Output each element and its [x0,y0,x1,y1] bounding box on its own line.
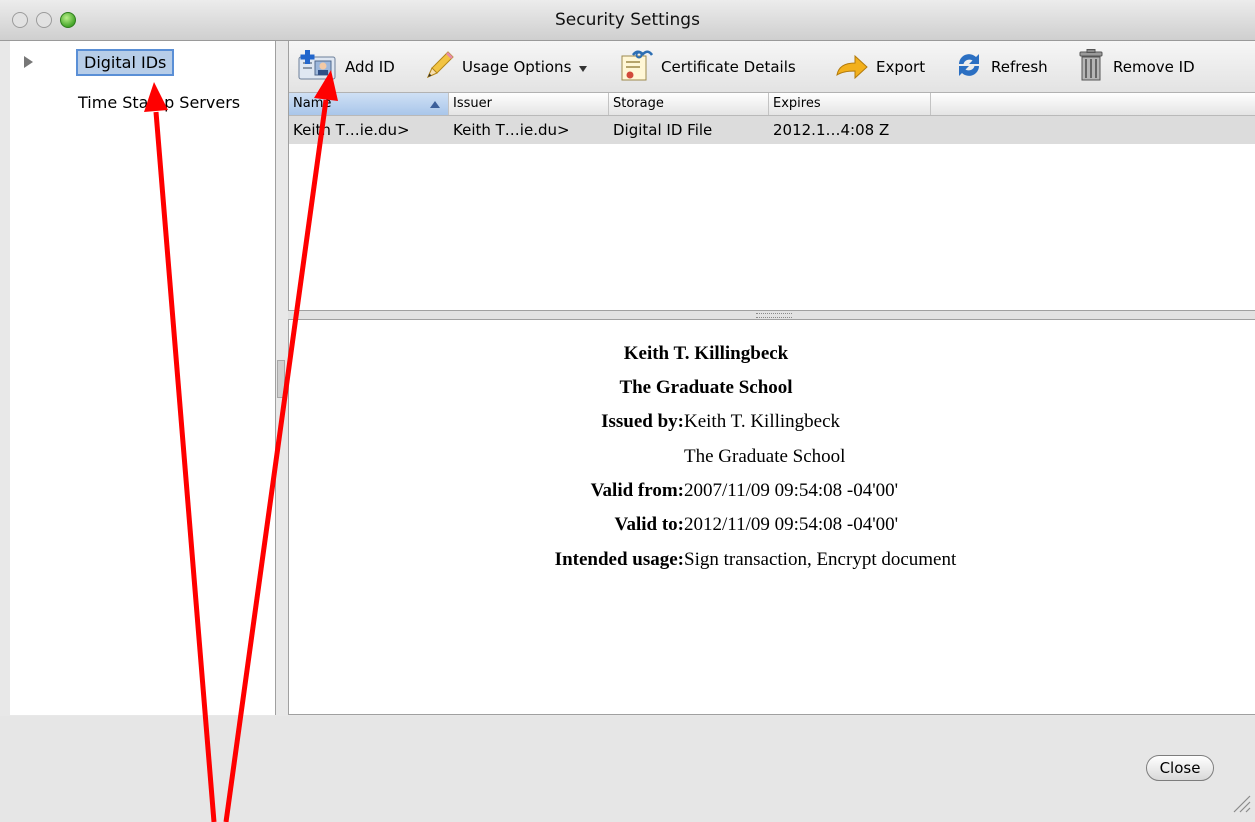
issued-by-org: The Graduate School [684,446,846,467]
intended-usage-label: Intended usage: [554,549,684,570]
export-label: Export [876,58,926,76]
close-button[interactable]: Close [1146,755,1214,781]
cell-issuer: Keith T…ie.du> [453,121,570,139]
toolbar: Add ID Usage Options Certificate Details… [289,41,1255,93]
refresh-label: Refresh [991,58,1048,76]
sidebar-item-time-stamp-servers[interactable]: Time Stamp Servers [78,93,240,112]
window-title: Security Settings [555,10,700,30]
remove-id-button[interactable]: Remove ID [1079,49,1195,85]
certificate-details-label: Certificate Details [661,58,796,76]
cell-name: Keith T…ie.du> [293,121,410,139]
pencil-icon [424,49,456,85]
intended-usage-value: Sign transaction, Encrypt document [684,549,957,570]
detail-org: The Graduate School [619,377,793,398]
detail-name: Keith T. Killingbeck [623,343,789,364]
sidebar-item-digital-ids[interactable]: Digital IDs [75,49,175,76]
valid-from-value: 2007/11/09 09:54:08 -04'00' [684,480,899,501]
table-row[interactable]: Keith T…ie.du> Keith T…ie.du> Digital ID… [289,116,1255,144]
valid-from-label: Valid from: [590,480,684,501]
column-header-expires[interactable]: Expires [769,93,931,115]
sidebar: Digital IDs Time Stamp Servers [10,41,276,715]
column-header-name[interactable]: Name [289,93,449,115]
export-arrow-icon [834,51,870,83]
issued-by-name: Keith T. Killingbeck [684,411,841,432]
cell-expires: 2012.1…4:08 Z [773,121,890,139]
security-settings-window: Security Settings Digital IDs Time Stamp… [0,0,1255,822]
column-header-issuer[interactable]: Issuer [449,93,609,115]
sort-ascending-icon [430,101,440,108]
column-header-storage[interactable]: Storage [609,93,769,115]
export-button[interactable]: Export [834,52,925,82]
refresh-button[interactable]: Refresh [953,52,1048,82]
valid-to-label: Valid to: [614,514,684,535]
disclosure-triangle-icon[interactable] [24,56,33,68]
trash-icon [1079,49,1103,85]
add-id-icon [295,50,339,84]
add-id-label: Add ID [345,58,395,76]
usage-options-label: Usage Options [462,58,572,76]
digital-ids-pane: Add ID Usage Options Certificate Details… [288,41,1255,311]
cell-storage: Digital ID File [613,121,713,139]
add-id-button[interactable]: Add ID [295,50,395,84]
resize-grip-icon[interactable] [1228,790,1252,814]
table-header: Name Issuer Storage Expires [289,93,1255,116]
certificate-details-pane: Keith T. Killingbeck The Graduate School… [288,320,1255,715]
certificate-details-button[interactable]: Certificate Details [619,49,796,85]
title-bar[interactable]: Security Settings [0,0,1255,41]
horizontal-split-handle[interactable] [288,311,1255,320]
valid-to-value: 2012/11/09 09:54:08 -04'00' [684,514,899,535]
refresh-icon [953,49,985,85]
vertical-split-handle[interactable] [277,360,285,398]
issued-by-label: Issued by: [601,411,684,432]
bottom-bar [0,716,1255,822]
grip-icon [756,313,792,318]
certificate-icon [619,49,655,85]
usage-options-button[interactable]: Usage Options [424,49,588,85]
dropdown-arrow-icon [579,58,588,76]
remove-id-label: Remove ID [1113,58,1195,76]
